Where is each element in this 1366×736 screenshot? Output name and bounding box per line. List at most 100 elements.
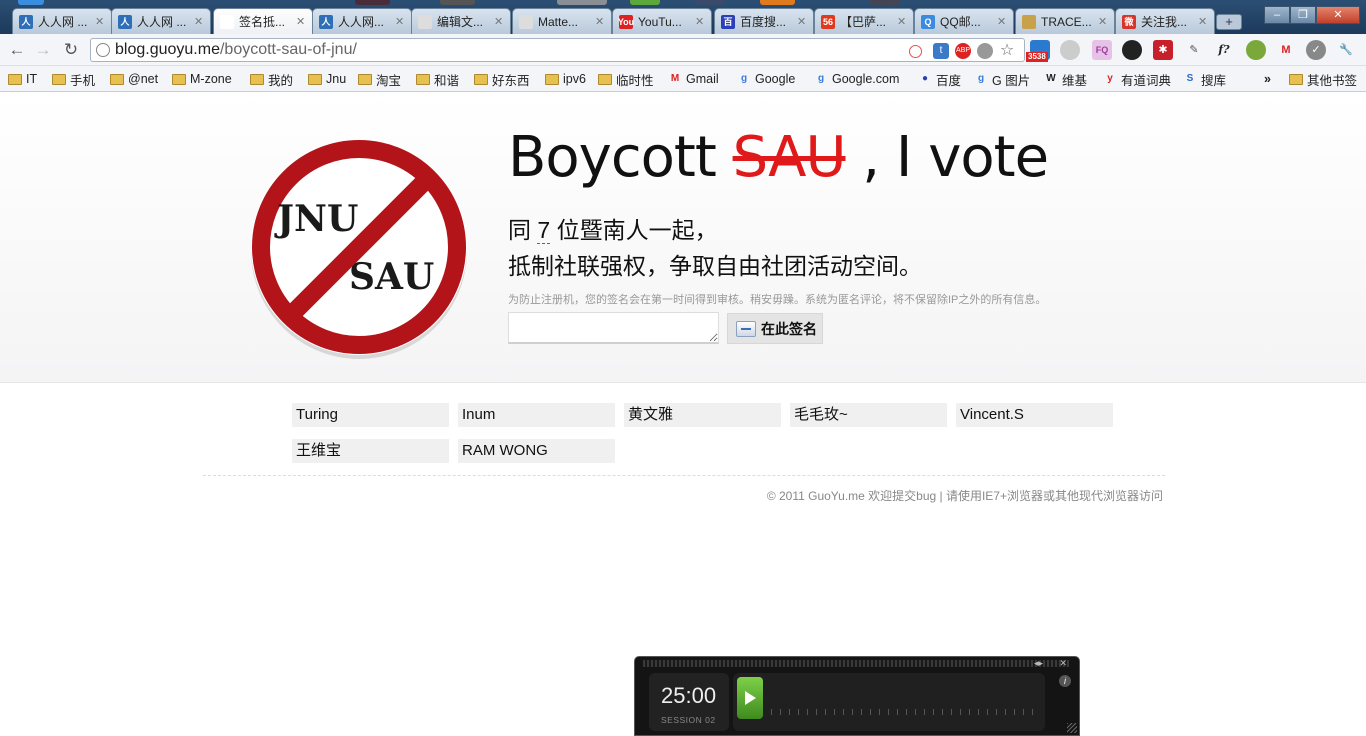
function-icon[interactable]: f? xyxy=(1214,40,1234,60)
sync-icon[interactable] xyxy=(1060,40,1080,60)
bookmark-5[interactable]: Jnu xyxy=(308,70,346,88)
wrench-icon[interactable]: 🔧 xyxy=(1336,40,1356,60)
url-host: blog.guoyu.me xyxy=(115,41,220,58)
timer-collapse-icon[interactable]: ◂▸ xyxy=(1034,658,1043,669)
globe-icon xyxy=(96,43,110,57)
timer-drag-bar[interactable] xyxy=(643,660,1069,667)
back-button[interactable]: ← xyxy=(6,40,28,60)
close-window-button[interactable]: ✕ xyxy=(1316,6,1360,24)
green-extension-icon[interactable] xyxy=(1246,40,1266,60)
bookmark-star-icon[interactable]: ☆ xyxy=(999,43,1015,59)
other-bookmarks[interactable]: 其他书签 xyxy=(1289,70,1357,88)
tab-close-icon[interactable]: ✕ xyxy=(194,15,204,28)
timer-play-button[interactable] xyxy=(737,677,763,719)
bookmark-label: 我的 xyxy=(268,73,294,88)
tab-0[interactable]: 人人人网 ... ✕ xyxy=(12,8,112,34)
tab-5[interactable]: Matte... ✕ xyxy=(512,8,612,34)
notification-badge: 3538 xyxy=(1026,52,1048,62)
tab-10[interactable]: TRACE... ✕ xyxy=(1015,8,1115,34)
tab-close-icon[interactable]: ✕ xyxy=(1198,15,1208,28)
adblock-icon[interactable]: ABP xyxy=(955,43,971,59)
maximize-button[interactable]: ❐ xyxy=(1290,6,1316,24)
tab-11[interactable]: 微关注我... ✕ xyxy=(1115,8,1215,34)
tab-3[interactable]: 人人人网... ✕ xyxy=(312,8,412,34)
bookmarks-overflow-button[interactable]: » xyxy=(1264,70,1271,88)
footer-text: © 2011 GuoYu.me 欢迎提交bug | 请使用IE7+浏览器或其他现… xyxy=(766,489,1163,503)
tab-8[interactable]: 56 【巴萨... ✕ xyxy=(814,8,914,34)
tab-favicon-icon: You xyxy=(617,14,635,29)
folder-icon xyxy=(598,73,612,85)
new-tab-button[interactable]: + xyxy=(1216,14,1242,30)
bookmark-1[interactable]: 手机 xyxy=(52,70,95,88)
bulb-icon[interactable] xyxy=(977,43,993,59)
youdao-icon: y xyxy=(1107,73,1113,84)
bookmark-label: Google.com xyxy=(832,72,900,86)
bookmark-4[interactable]: 我的 xyxy=(250,70,293,88)
fq-extension-icon[interactable]: FQ xyxy=(1092,40,1112,60)
bookmark-16[interactable]: W 维基 xyxy=(1044,70,1087,88)
tab-close-icon[interactable]: ✕ xyxy=(1098,15,1108,28)
tab-close-icon[interactable]: ✕ xyxy=(695,15,705,28)
bookmark-6[interactable]: 淘宝 xyxy=(358,70,401,88)
tab-close-icon[interactable]: ✕ xyxy=(494,15,504,28)
tab-2[interactable]: 签名抵... ✕ xyxy=(213,8,313,34)
bookmarks-bar: IT 手机 @net M-zone 我的 Jnu 淘宝 和谐 好东西 ipv6 临时性 M Gmail g… xyxy=(0,66,1366,92)
t-extension-icon[interactable]: t xyxy=(933,43,949,59)
bookmark-2[interactable]: @net xyxy=(110,70,158,88)
check-icon[interactable]: ✓ xyxy=(1306,40,1326,60)
tab-close-icon[interactable]: ✕ xyxy=(797,15,807,28)
bookmark-17[interactable]: y 有道词典 xyxy=(1103,70,1171,88)
bookmark-label: 维基 xyxy=(1062,73,1088,88)
resize-grip-icon[interactable] xyxy=(1067,723,1077,733)
bookmark-0[interactable]: IT xyxy=(8,70,37,88)
tab-close-icon[interactable]: ✕ xyxy=(997,15,1007,28)
bookmark-14[interactable]: ● 百度 xyxy=(918,70,961,88)
logo-jnu-text: JNU xyxy=(274,198,358,240)
page-title: Boycott SAU , I vote xyxy=(508,125,1049,190)
tab-4[interactable]: 编辑文... ✕ xyxy=(411,8,511,34)
tab-favicon-icon: 百 xyxy=(721,14,735,29)
sign-button[interactable]: 在此签名 xyxy=(727,313,823,344)
bookmark-18[interactable]: S 搜库 xyxy=(1183,70,1226,88)
reload-button[interactable]: ↻ xyxy=(60,40,82,60)
headline-strike: SAU xyxy=(732,125,847,190)
bookmark-11[interactable]: M Gmail xyxy=(668,70,719,88)
tab-close-icon[interactable]: ✕ xyxy=(897,15,907,28)
gmail-icon[interactable]: M xyxy=(1276,40,1296,60)
settings-gear-icon[interactable] xyxy=(1122,40,1142,60)
bookmark-10[interactable]: 临时性 xyxy=(598,70,654,88)
tab-close-icon[interactable]: ✕ xyxy=(595,15,605,28)
bookmark-8[interactable]: 好东西 xyxy=(474,70,530,88)
info-icon[interactable]: i xyxy=(1059,675,1071,687)
signer-name: Vincent.S xyxy=(956,403,1113,427)
red-extension-icon[interactable]: ✱ xyxy=(1153,40,1173,60)
address-bar[interactable]: blog.guoyu.me/boycott-sau-of-jnu/ t ABP … xyxy=(90,38,1025,62)
timer-track xyxy=(733,673,1045,731)
bookmark-3[interactable]: M-zone xyxy=(172,70,232,88)
tab-9[interactable]: Q QQ邮... ✕ xyxy=(914,8,1014,34)
google-icon: g xyxy=(817,73,825,84)
timer-close-icon[interactable]: ✕ xyxy=(1059,658,1067,669)
browser-toolbar: ← → ↻ blog.guoyu.me/boycott-sau-of-jnu/ … xyxy=(0,34,1366,66)
tab-close-icon[interactable]: ✕ xyxy=(95,15,105,28)
tab-title: Matte... xyxy=(538,14,579,29)
tab-close-icon[interactable]: ✕ xyxy=(395,15,405,28)
tab-1[interactable]: 人人人网 ... ✕ xyxy=(111,8,211,34)
bookmark-13[interactable]: g Google.com xyxy=(814,70,899,88)
tab-favicon-icon xyxy=(1022,14,1036,29)
bookmark-9[interactable]: ipv6 xyxy=(545,70,586,88)
tab-close-icon[interactable]: ✕ xyxy=(296,15,306,28)
tab-favicon-icon xyxy=(519,14,533,29)
minimize-button[interactable]: – xyxy=(1264,6,1290,24)
bookmark-12[interactable]: g Google xyxy=(737,70,795,88)
eyedropper-icon[interactable]: ✎ xyxy=(1184,40,1204,60)
tab-7[interactable]: 百百度搜... ✕ xyxy=(714,8,814,34)
bookmark-7[interactable]: 和谐 xyxy=(416,70,459,88)
forward-button[interactable]: → xyxy=(32,40,54,60)
weibo-extension-icon[interactable]: 3538 xyxy=(1026,40,1050,62)
bookmark-15[interactable]: g G 图片 xyxy=(974,70,1030,88)
signature-input[interactable] xyxy=(508,312,719,344)
tab-6[interactable]: You YouTu... ✕ xyxy=(612,8,712,34)
sub1-pre: 同 xyxy=(508,217,538,243)
translate-icon[interactable] xyxy=(909,45,922,58)
